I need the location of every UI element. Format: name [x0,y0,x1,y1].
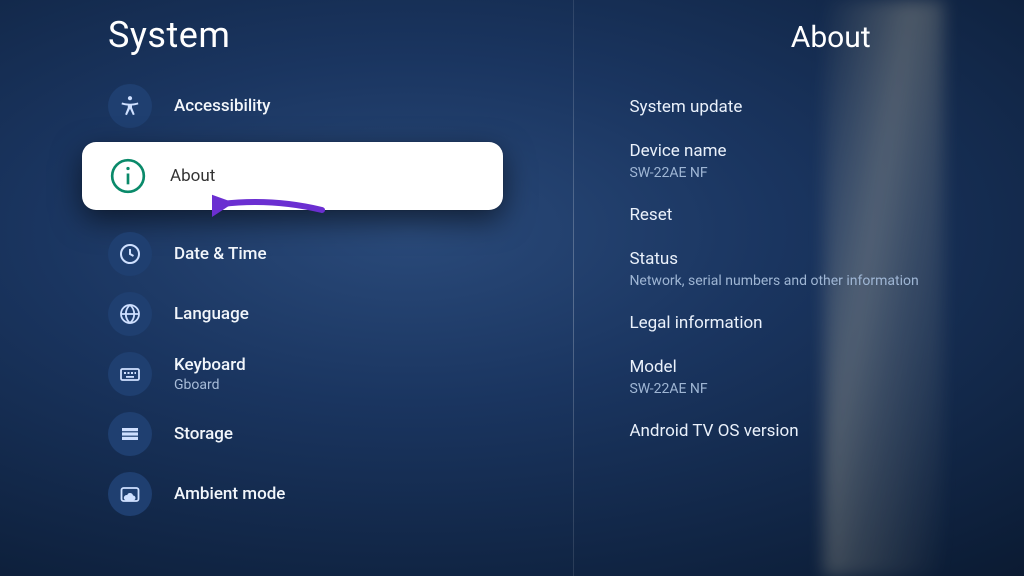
about-item-status[interactable]: Status Network, serial numbers and other… [629,237,1012,301]
about-item-label: Legal information [629,313,1012,333]
menu-item-label: Keyboard [174,355,246,375]
about-item-label: System update [629,97,1012,117]
menu-item-date-time[interactable]: Date & Time [0,224,573,284]
accessibility-icon [108,84,152,128]
about-item-sublabel: SW-22AE NF [629,165,1012,181]
about-item-label: Status [629,249,1012,269]
menu-item-keyboard[interactable]: Keyboard Gboard [0,344,573,404]
about-item-device-name[interactable]: Device name SW-22AE NF [629,129,1012,193]
about-title: About [629,20,1012,85]
about-item-model[interactable]: Model SW-22AE NF [629,345,1012,409]
menu-item-about[interactable]: About [82,142,503,210]
menu-item-ambient-mode[interactable]: Ambient mode [0,464,573,516]
cloud-icon [108,472,152,516]
menu-item-accessibility[interactable]: Accessibility [0,76,573,136]
info-icon [108,156,148,196]
about-panel: About System update Device name SW-22AE … [573,0,1024,576]
about-item-sublabel: SW-22AE NF [629,381,1012,397]
about-item-label: Android TV OS version [629,421,1012,441]
about-item-sublabel: Network, serial numbers and other inform… [629,273,1012,289]
menu-item-language[interactable]: Language [0,284,573,344]
keyboard-icon [108,352,152,396]
about-item-label: Device name [629,141,1012,161]
about-item-reset[interactable]: Reset [629,193,1012,237]
menu-item-label: About [170,166,215,186]
about-item-label: Reset [629,205,1012,225]
about-item-system-update[interactable]: System update [629,85,1012,129]
menu-item-label: Ambient mode [174,484,285,504]
page-title: System [0,14,573,76]
about-item-label: Model [629,357,1012,377]
clock-icon [108,232,152,276]
menu-item-label: Language [174,304,249,324]
globe-icon [108,292,152,336]
menu-item-sublabel: Gboard [174,377,246,393]
menu-item-label: Date & Time [174,244,267,264]
menu-item-storage[interactable]: Storage [0,404,573,464]
about-item-android-tv-os-version[interactable]: Android TV OS version [629,409,1012,441]
menu-item-label: Storage [174,424,233,444]
storage-icon [108,412,152,456]
system-menu-panel: System Accessibility About Date & Time L… [0,0,573,576]
about-item-legal-information[interactable]: Legal information [629,301,1012,345]
menu-item-label: Accessibility [174,96,271,116]
